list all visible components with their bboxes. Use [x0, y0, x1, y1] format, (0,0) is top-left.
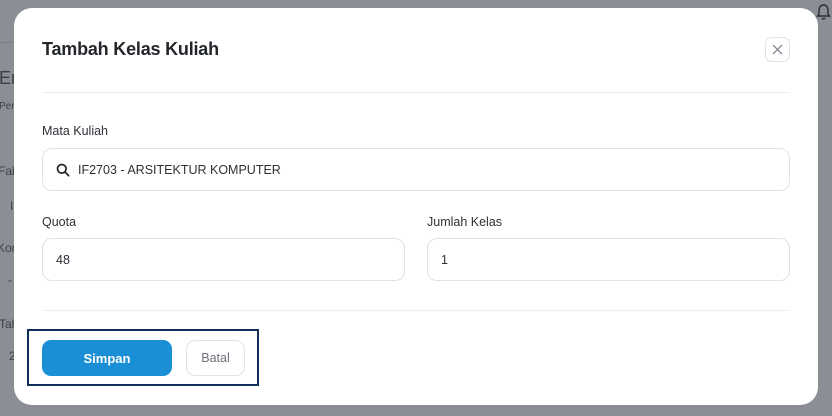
mata-kuliah-label: Mata Kuliah	[42, 124, 109, 138]
bg-page-subtitle: Per	[0, 101, 15, 112]
bg-divider	[0, 42, 14, 43]
jumlah-kelas-value: 1	[441, 252, 448, 267]
bell-icon[interactable]	[815, 3, 832, 21]
bg-value-fakultas: I	[10, 199, 14, 213]
search-icon	[56, 163, 70, 177]
quota-value: 48	[56, 252, 70, 267]
cancel-button[interactable]: Batal	[186, 340, 245, 376]
footer-divider	[42, 310, 790, 311]
close-button[interactable]	[765, 37, 790, 62]
quota-label: Quota	[42, 215, 77, 229]
modal-title: Tambah Kelas Kuliah	[42, 39, 219, 59]
mata-kuliah-search-field[interactable]: IF2703 - ARSITEKTUR KOMPUTER	[42, 148, 790, 191]
quota-input[interactable]: 48	[42, 238, 405, 281]
jumlah-kelas-input[interactable]: 1	[427, 238, 790, 281]
close-icon	[772, 44, 783, 55]
save-button[interactable]: Simpan	[42, 340, 172, 376]
bg-value-konsentrasi: -	[8, 273, 12, 287]
mata-kuliah-value: IF2703 - ARSITEKTUR KOMPUTER	[78, 162, 281, 177]
header-divider	[42, 92, 790, 93]
jumlah-kelas-label: Jumlah Kelas	[427, 215, 503, 229]
